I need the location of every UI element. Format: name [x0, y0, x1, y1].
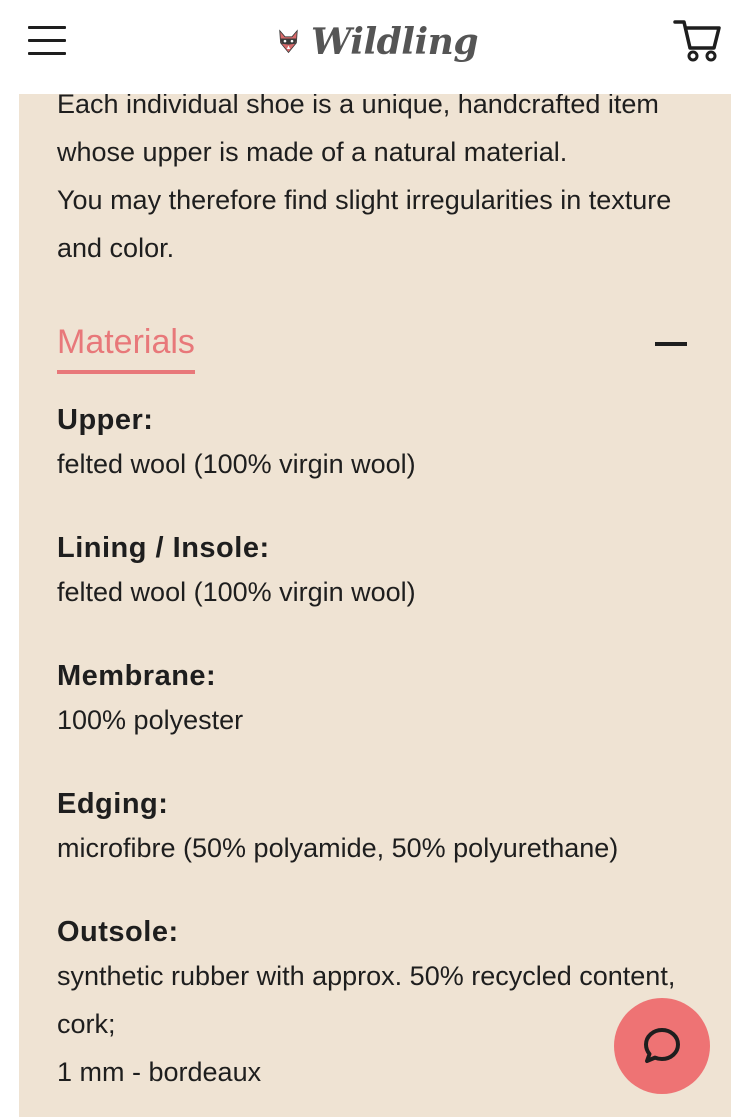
material-membrane: Membrane: 100% polyester	[57, 656, 697, 744]
material-label: Membrane:	[57, 660, 217, 692]
material-label: Lining / Insole:	[57, 532, 270, 564]
minus-icon[interactable]	[655, 342, 687, 346]
material-value-line: synthetic rubber with approx. 50% recycl…	[57, 961, 676, 1039]
cart-svg	[673, 20, 721, 62]
material-value: felted wool (100% virgin wool)	[57, 440, 697, 488]
material-lining-insole: Lining / Insole: felted wool (100% virgi…	[57, 528, 697, 616]
material-value-line: microfibre (50% polyamide, 50% polyureth…	[57, 833, 619, 863]
description-text-1: Each individual shoe is a unique, handcr…	[57, 89, 659, 167]
material-value: 100% polyester	[57, 696, 697, 744]
material-label: Upper:	[57, 404, 154, 436]
description-text-2: You may therefore find slight irregulari…	[57, 185, 672, 263]
menu-bar	[28, 39, 66, 42]
material-label: Outsole:	[57, 916, 179, 948]
product-details-panel: Each individual shoe is a unique, handcr…	[19, 89, 731, 1117]
brand-name: Wildling	[310, 21, 479, 63]
menu-bar	[28, 26, 66, 29]
brand-logo[interactable]: Wildling	[278, 12, 479, 72]
site-header: Wildling	[0, 0, 749, 94]
material-value-line: felted wool (100% virgin wool)	[57, 577, 416, 607]
wolf-mask-logo-icon	[279, 29, 298, 54]
product-description: Each individual shoe is a unique, handcr…	[57, 80, 697, 272]
menu-bar	[28, 52, 66, 55]
materials-section-title[interactable]: Materials	[57, 320, 195, 374]
material-upper: Upper: felted wool (100% virgin wool)	[57, 400, 697, 488]
shopping-cart-icon[interactable]	[672, 16, 722, 64]
chat-button[interactable]	[614, 998, 710, 1094]
chat-bubble-icon	[644, 1028, 680, 1063]
material-value: microfibre (50% polyamide, 50% polyureth…	[57, 824, 697, 872]
material-label: Edging:	[57, 788, 169, 820]
material-value-line: 100% polyester	[57, 705, 244, 735]
material-edging: Edging: microfibre (50% polyamide, 50% p…	[57, 784, 697, 872]
material-value: felted wool (100% virgin wool)	[57, 568, 697, 616]
material-value: synthetic rubber with approx. 50% recycl…	[57, 952, 697, 1096]
material-outsole: Outsole: synthetic rubber with approx. 5…	[57, 912, 697, 1096]
hamburger-menu-icon[interactable]	[28, 26, 66, 56]
material-value-line: felted wool (100% virgin wool)	[57, 449, 416, 479]
material-value-line: 1 mm - bordeaux	[57, 1057, 262, 1087]
